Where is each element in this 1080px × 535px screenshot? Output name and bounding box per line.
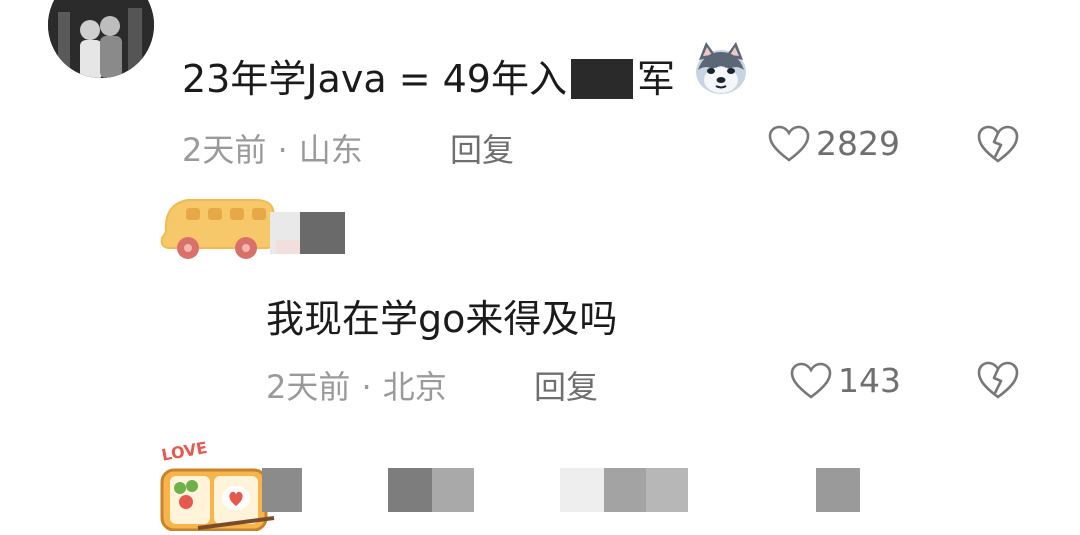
meta-separator: ·	[361, 368, 372, 406]
comment-text-part: 23年学Java = 49年入	[182, 57, 567, 101]
sticker-label: LOVE	[160, 438, 209, 465]
dislike-icon[interactable]	[976, 360, 1020, 400]
husky-dog-emoji	[696, 42, 746, 94]
bus-sticker-avatar[interactable]	[156, 192, 286, 264]
comment-text-part: 军	[636, 57, 675, 101]
blurred-text-block	[262, 468, 302, 512]
reply-button[interactable]: 回复	[534, 362, 598, 408]
like-button[interactable]: 143	[790, 361, 901, 400]
blurred-text-block	[388, 468, 432, 512]
bento-box-icon: LOVE	[160, 438, 275, 532]
like-button[interactable]: 2829	[768, 124, 900, 163]
comment-text: 23年学Java = 49年入 军	[182, 48, 675, 103]
heart-icon	[790, 362, 832, 399]
reply-button[interactable]: 回复	[450, 125, 514, 171]
comment-location: 山东	[298, 131, 363, 169]
comment-text: 我现在学go来得及吗	[266, 297, 618, 341]
dislike-icon[interactable]	[976, 124, 1020, 164]
blurred-text-block	[604, 468, 646, 512]
love-bento-sticker-avatar[interactable]: LOVE	[158, 436, 278, 532]
blurred-text-block	[560, 468, 604, 512]
meta-separator: ·	[277, 131, 288, 169]
comment-location: 北京	[382, 368, 447, 406]
comment-meta: 2天前 · 山东	[182, 125, 363, 171]
like-count: 143	[838, 361, 901, 400]
comment-meta: 2天前 · 北京	[266, 362, 447, 408]
comment-time: 2天前	[182, 131, 267, 169]
censored-block	[570, 58, 633, 99]
blurred-text-block	[646, 468, 688, 512]
blurred-text-block	[432, 468, 474, 512]
avatar-photo	[48, 0, 154, 78]
comment-time: 2天前	[266, 368, 351, 406]
heart-icon	[768, 125, 810, 162]
blurred-text-block	[816, 468, 860, 512]
avatar[interactable]	[48, 0, 154, 78]
blurred-username	[270, 212, 345, 254]
like-count: 2829	[816, 124, 900, 163]
